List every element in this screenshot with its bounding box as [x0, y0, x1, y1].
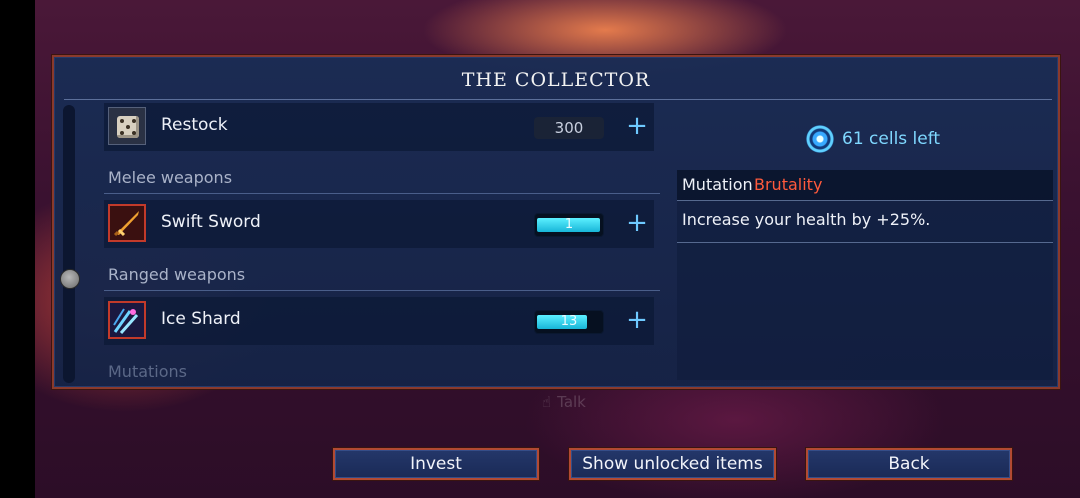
section-divider [104, 290, 660, 291]
left-black-bar [0, 0, 35, 498]
panel-title: THE COLLECTOR [461, 69, 651, 91]
restock-row[interactable]: Restock 300 + [104, 103, 654, 151]
detail-divider [677, 242, 1053, 243]
back-button[interactable]: Back [806, 448, 1012, 480]
detail-description: Increase your health by +25%. [682, 210, 931, 229]
detail-divider [677, 200, 1053, 201]
detail-header: Mutation Brutality [677, 170, 1053, 200]
investment-count: 1 [564, 217, 574, 232]
invest-plus-button[interactable]: + [624, 208, 650, 238]
item-list: Restock 300 + Melee weapons Swift Sword … [104, 103, 660, 379]
detail-type-label: Mutation [682, 175, 753, 194]
scrollbar-thumb[interactable] [60, 269, 80, 289]
show-unlocked-items-button[interactable]: Show unlocked items [569, 448, 776, 480]
section-mutations: Mutations [108, 362, 188, 379]
section-ranged-weapons: Ranged weapons [108, 265, 246, 284]
investment-meter: 13 [534, 310, 604, 334]
item-row-swift-sword[interactable]: Swift Sword 1 + [104, 200, 654, 248]
item-name: Swift Sword [161, 212, 261, 232]
list-scrollbar[interactable] [63, 105, 75, 383]
restock-cost: 300 [534, 117, 604, 139]
talk-hint: ☝ Talk [542, 393, 586, 411]
section-melee-weapons: Melee weapons [108, 168, 233, 187]
talk-hint-label: Talk [557, 393, 586, 411]
dice-icon [108, 107, 146, 145]
cells-left-text: 61 cells left [842, 129, 941, 149]
title-divider [64, 99, 1052, 100]
hand-icon: ☝ [542, 393, 552, 411]
detail-item-name: Brutality [754, 175, 823, 194]
item-row-ice-shard[interactable]: Ice Shard 13 + [104, 297, 654, 345]
cell-icon [806, 125, 834, 153]
sword-icon [108, 204, 146, 242]
item-detail-panel: Mutation Brutality Increase your health … [677, 170, 1053, 380]
restock-plus-button[interactable]: + [624, 111, 650, 141]
collector-panel: THE COLLECTOR Restock 300 + Melee weapon… [52, 55, 1060, 389]
investment-meter: 1 [534, 213, 604, 237]
ice-shard-icon [108, 301, 146, 339]
invest-plus-button[interactable]: + [624, 305, 650, 335]
restock-label: Restock [161, 115, 228, 135]
item-name: Ice Shard [161, 309, 241, 329]
invest-button[interactable]: Invest [333, 448, 539, 480]
investment-count: 13 [560, 314, 578, 329]
section-divider [104, 193, 660, 194]
